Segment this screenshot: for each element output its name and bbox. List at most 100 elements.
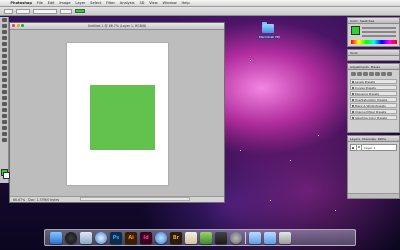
menu-file[interactable]: File [34,1,45,5]
lasso-tool-icon[interactable] [1,30,7,34]
tool-preset-picker[interactable] [4,8,13,14]
canvas[interactable] [67,43,168,185]
brush-tool-icon[interactable] [1,60,7,64]
type-tool-icon[interactable] [1,108,7,112]
indesign-icon[interactable]: Id [140,231,152,244]
dashboard-icon[interactable] [65,231,77,244]
document-title-bar[interactable]: Untitled-1 @ 66.7% (Layer 1, RGB/8) [10,23,224,30]
marquee-tool-icon[interactable] [1,24,7,28]
document-info: Doc: 1.37M/0 bytes [28,197,60,202]
safari-icon[interactable] [95,231,107,244]
healing-brush-tool-icon[interactable] [1,54,7,58]
menu-select[interactable]: Select [88,1,104,5]
close-window-icon[interactable] [12,24,15,27]
shape-mode-buttons[interactable] [16,8,30,14]
menu-bar: Photoshop File Edit Image Layer Select F… [0,0,400,7]
menu-app-photoshop[interactable]: Photoshop [8,1,34,5]
tab-swatches[interactable]: Swatches [360,19,374,23]
eraser-tool-icon[interactable] [1,78,7,82]
panel-foreground-swatch[interactable] [351,26,360,35]
menu-layer[interactable]: Layer [73,1,88,5]
system-preferences-icon[interactable] [230,231,242,244]
style-picker[interactable] [60,8,72,14]
tab-tools[interactable]: Tools [350,51,357,55]
hue-saturation-icon[interactable] [381,72,386,76]
menu-filter[interactable]: Filter [104,1,118,5]
exposure-icon[interactable] [369,72,374,76]
blue-slider[interactable] [362,35,396,37]
quick-selection-tool-icon[interactable] [1,36,7,40]
horizontal-scrollbar[interactable] [80,197,190,201]
history-brush-tool-icon[interactable] [1,72,7,76]
menu-help[interactable]: Help [179,1,192,5]
zoom-tool-icon[interactable] [1,138,7,142]
illustrator-icon[interactable]: Ai [125,231,137,244]
adjustment-preset-row[interactable]: Black & White Presets [350,103,397,108]
eye-icon[interactable] [352,146,354,149]
menu-image[interactable]: Image [57,1,73,5]
brightness-icon[interactable] [351,72,356,76]
red-slider[interactable] [362,27,396,29]
adjustment-preset-row[interactable]: Levels Presets [350,79,397,84]
photoshop-icon[interactable]: Ps [110,231,122,244]
preview-icon[interactable] [185,231,197,244]
pen-tool-icon[interactable] [1,102,7,106]
clone-stamp-tool-icon[interactable] [1,66,7,70]
menu-view[interactable]: View [147,1,160,5]
camera-icon[interactable] [215,231,227,244]
menu-3d[interactable]: 3D [137,1,147,5]
blur-tool-icon[interactable] [1,90,7,94]
layer-row[interactable]: Layer 1 [350,144,397,151]
disclosure-icon [352,98,354,101]
menu-edit[interactable]: Edit [45,1,57,5]
downloads-icon[interactable] [264,231,276,244]
path-selection-tool-icon[interactable] [1,114,7,118]
background-color-swatch[interactable] [3,172,10,179]
color-swatch[interactable] [75,9,85,13]
finder-icon[interactable] [50,231,62,244]
adjustment-preset-row[interactable]: Channel Mixer Presets [350,109,397,114]
gradient-tool-icon[interactable] [1,84,7,88]
disclosure-icon [352,116,354,119]
trash-icon[interactable] [279,231,291,244]
shape-tool-icon[interactable] [1,120,7,124]
menu-analysis[interactable]: Analysis [117,1,137,5]
levels-icon[interactable] [357,72,362,76]
zoom-level[interactable]: 66.67% [13,198,25,202]
hand-tool-icon[interactable] [1,132,7,136]
dodge-tool-icon[interactable] [1,96,7,100]
curves-icon[interactable] [363,72,368,76]
bridge-icon[interactable]: Br [170,231,182,244]
disclosure-icon [352,92,354,95]
eyedropper-tool-icon[interactable] [1,48,7,52]
tab-layers[interactable]: Layers [350,137,360,141]
tab-adjustments[interactable]: Adjustments [350,65,369,69]
vibrance-icon[interactable] [375,72,380,76]
3d-rotate-tool-icon[interactable] [1,126,7,130]
tab-channels[interactable]: Channels [362,137,376,141]
color-spectrum[interactable] [351,40,397,44]
tab-masks[interactable]: Masks [371,65,380,69]
folder-icon[interactable] [249,231,261,244]
adjustment-preset-row[interactable]: Exposure Presets [350,91,397,96]
minimize-window-icon[interactable] [16,24,20,27]
green-square-shape[interactable] [90,85,155,150]
iphoto-icon[interactable] [200,231,212,244]
color-balance-icon[interactable] [387,72,392,76]
tab-color[interactable]: Color [350,19,358,23]
move-tool-icon[interactable] [1,18,7,22]
adjustment-preset-row[interactable]: Curves Presets [350,85,397,90]
crop-tool-icon[interactable] [1,42,7,46]
document-status-bar: 66.67% Doc: 1.37M/0 bytes [10,196,224,202]
folder-label: Macintosh HD [258,35,280,39]
adjustment-preset-row[interactable]: Selective Color Presets [350,115,397,120]
itunes-icon[interactable] [155,231,167,244]
mail-icon[interactable] [80,231,92,244]
zoom-window-icon[interactable] [21,24,24,27]
adjustment-preset-row[interactable]: Hue/Saturation Presets [350,97,397,102]
desktop-folder[interactable]: Macintosh HD [258,22,280,39]
tab-paths[interactable]: Paths [378,137,386,141]
menu-window[interactable]: Window [160,1,179,5]
green-slider[interactable] [362,31,396,33]
shape-tools-buttons[interactable] [33,8,57,14]
